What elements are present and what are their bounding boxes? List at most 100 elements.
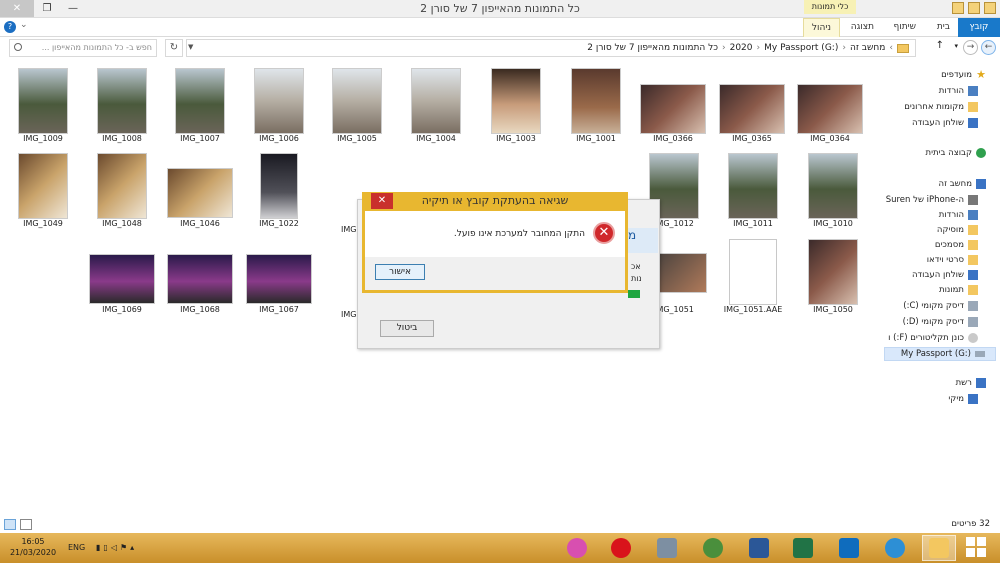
nav-iphone[interactable]: ה-iPhone של Suren xyxy=(886,193,978,207)
recent-locations-icon[interactable]: ▾ xyxy=(954,42,958,50)
file-item[interactable]: IMG_1051.AAE xyxy=(718,62,788,317)
file-item[interactable]: IMG_1049 xyxy=(8,62,78,231)
error-message: התקן המחובר למערכת אינו פועל. xyxy=(453,229,585,239)
title-bar: ✕ ❐ — כל התמונות מהאייפון 7 של סורן 2 כל… xyxy=(0,0,1000,18)
thumbnails-view-button[interactable] xyxy=(4,519,16,530)
file-item[interactable]: IMG_1003 xyxy=(481,62,551,146)
up-button[interactable]: ↑ xyxy=(936,40,944,51)
tab-share[interactable]: שיתוף xyxy=(885,18,924,37)
crumb-folder[interactable]: כל התמונות מהאייפון 7 של סורן 2 xyxy=(587,43,718,53)
search-input[interactable]: חפש ב- כל התמונות מהאייפון ... xyxy=(9,39,157,57)
start-logo-tile xyxy=(966,537,975,546)
taskbar-outlook-icon[interactable] xyxy=(832,535,866,561)
nav-documents[interactable]: מסמכים xyxy=(935,238,978,252)
nav-my-passport[interactable]: My Passport (G:) xyxy=(884,347,996,361)
clock[interactable]: 16:05 21/03/2020 xyxy=(6,536,60,558)
start-button[interactable] xyxy=(966,537,988,559)
nav-downloads[interactable]: הורדות xyxy=(939,84,978,98)
homegroup-icon xyxy=(976,148,986,158)
tab-home[interactable]: בית xyxy=(929,18,958,37)
taskbar-chrome-icon[interactable] xyxy=(696,535,730,561)
nav-local-disk-d[interactable]: דיסק מקומי (D:) xyxy=(903,315,978,329)
undo-icon[interactable] xyxy=(952,2,964,14)
folder-icon[interactable] xyxy=(984,2,996,14)
taskbar-word-icon[interactable] xyxy=(742,535,776,561)
taskbar-internet-explorer-icon[interactable] xyxy=(878,535,912,561)
show-hidden-icons[interactable]: ▴ xyxy=(130,543,137,552)
file-name-label: IMG_1050 xyxy=(813,305,853,314)
start-logo-tile xyxy=(966,548,975,557)
nav-homegroup[interactable]: קבוצה ביתית xyxy=(926,146,986,160)
flag-icon[interactable]: ⚑ xyxy=(120,543,130,552)
system-tray[interactable]: ▮▯◁⚑▴ xyxy=(96,543,137,552)
nav-miki[interactable]: מיקי xyxy=(948,392,978,406)
nav-pictures[interactable]: תמונות xyxy=(939,283,978,297)
file-item[interactable]: IMG_1067 xyxy=(244,62,314,317)
nav-desktop-pc[interactable]: שולחן העבודה xyxy=(912,268,978,282)
nav-network[interactable]: רשת xyxy=(956,376,986,390)
ribbon: ? ⌄ קובץ בית שיתוף תצוגה ניהול xyxy=(0,18,1000,37)
nav-music[interactable]: מוסיקה xyxy=(937,223,978,237)
downloads-icon xyxy=(968,86,978,96)
back-button[interactable]: ← xyxy=(981,40,996,55)
item-count: 32 פריטים xyxy=(951,519,990,529)
details-view-button[interactable] xyxy=(20,519,32,530)
file-item[interactable]: IMG_1005 xyxy=(322,62,392,146)
taskbar-calculator-icon[interactable] xyxy=(650,535,684,561)
tab-manage[interactable]: ניהול xyxy=(802,18,840,37)
nav-cd-drive[interactable]: כונן תקליטורים (F:) ו xyxy=(888,331,978,345)
cancel-button[interactable]: ביטול xyxy=(380,320,434,337)
nav-recent-places[interactable]: מקומות אחרונים xyxy=(904,100,978,114)
crumb-year[interactable]: 2020 xyxy=(730,43,753,53)
crumb-drive[interactable]: My Passport (G:) xyxy=(764,43,838,53)
crumb-this-pc[interactable]: מחשב זה xyxy=(850,43,885,53)
address-dropdown-icon[interactable]: ▼ xyxy=(188,43,193,51)
tab-view[interactable]: תצוגה xyxy=(843,18,882,37)
taskbar-excel-icon[interactable] xyxy=(786,535,820,561)
error-dialog-close-button[interactable]: ✕ xyxy=(371,193,393,209)
network-icon xyxy=(976,378,986,388)
ok-button[interactable]: אישור xyxy=(375,264,425,280)
file-item[interactable]: IMG_1004 xyxy=(401,62,471,146)
progress-bar xyxy=(628,290,640,298)
file-label-partial[interactable]: IMG xyxy=(341,310,356,319)
nav-videos[interactable]: סרטי וידאו xyxy=(927,253,978,267)
language-indicator[interactable]: ENG xyxy=(68,543,85,552)
star-icon: ★ xyxy=(976,68,986,81)
taskbar-itunes-icon[interactable] xyxy=(560,535,594,561)
address-field[interactable]: › מחשב זה ‹ My Passport (G:) ‹ 2020 ‹ כל… xyxy=(186,39,916,57)
start-logo-tile xyxy=(977,537,986,546)
file-label-partial[interactable]: IMG xyxy=(341,225,356,234)
progress-line-2: נות xyxy=(631,274,642,283)
file-item[interactable]: IMG_1001 xyxy=(561,62,631,146)
nav-this-pc[interactable]: מחשב זה xyxy=(939,177,986,191)
nav-downloads-pc[interactable]: הורדות xyxy=(939,208,978,222)
tab-file[interactable]: קובץ xyxy=(958,18,1000,37)
context-tab-picture-tools: כלי תמונות xyxy=(804,0,856,14)
taskbar-opera-icon[interactable] xyxy=(604,535,638,561)
navigation-pane: ★ מועדפים הורדות מקומות אחרונים שולחן העב… xyxy=(884,62,1000,517)
volume-icon[interactable]: ◁ xyxy=(111,543,120,552)
phone-icon xyxy=(968,195,978,205)
desktop-icon xyxy=(968,118,978,128)
file-name-label: IMG_1005 xyxy=(337,134,377,143)
nav-local-disk-c[interactable]: דיסק מקומי (C:) xyxy=(903,299,978,313)
error-dialog-footer: אישור xyxy=(365,257,625,290)
network-tray-icon[interactable]: ▯ xyxy=(103,543,110,552)
help-icon[interactable]: ? xyxy=(4,21,16,33)
file-item[interactable]: IMG_1050 xyxy=(798,62,868,317)
videos-icon xyxy=(968,255,978,265)
nav-desktop[interactable]: שולחן העבודה xyxy=(912,116,978,130)
image-thumbnail xyxy=(89,254,155,304)
nav-favorites[interactable]: ★ מועדפים xyxy=(941,68,986,82)
refresh-button[interactable]: ↻ xyxy=(165,39,183,57)
taskbar-file-explorer-icon[interactable] xyxy=(922,535,956,561)
file-name-label: IMG_1051.AAE xyxy=(723,305,783,314)
properties-icon[interactable] xyxy=(968,2,980,14)
ribbon-expand-icon[interactable]: ⌄ xyxy=(20,20,28,30)
file-item[interactable]: IMG_1068 xyxy=(165,62,235,317)
forward-button[interactable]: → xyxy=(963,40,978,55)
file-item[interactable]: IMG_1069 xyxy=(87,62,157,317)
file-name-label: IMG_1003 xyxy=(496,134,536,143)
desktop-icon xyxy=(968,270,978,280)
